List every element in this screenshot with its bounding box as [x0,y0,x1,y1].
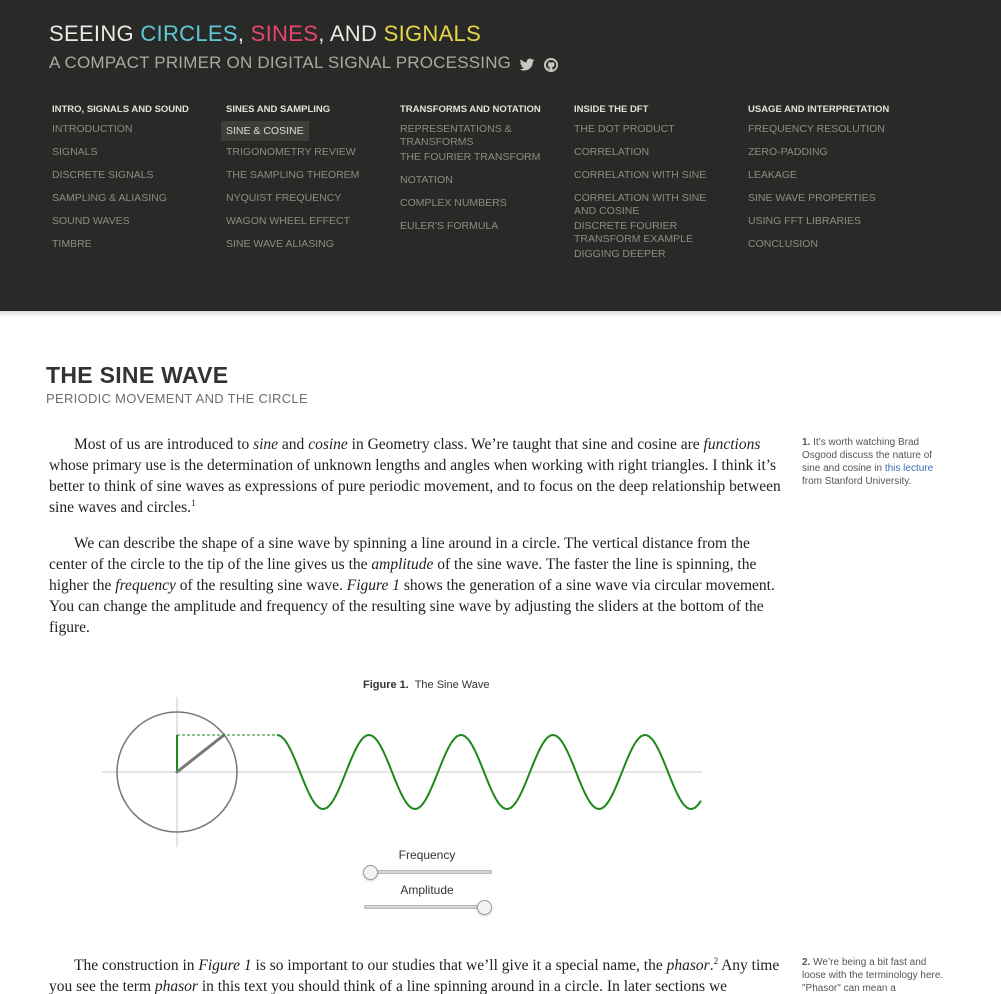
nav-heading[interactable]: INTRO, SIGNALS AND SOUND [49,104,217,121]
nav-item-sine-wave-properties[interactable]: SINE WAVE PROPERTIES [745,190,913,213]
nav-item-sine-wave-aliasing[interactable]: SINE WAVE ALIASING [223,236,391,259]
amplitude-label: Amplitude [400,883,454,897]
nav-item-sampling-aliasing[interactable]: SAMPLING & ALIASING [49,190,217,213]
text: is so important to our studies that we’l… [251,957,667,974]
figure-label: Figure 1. [363,679,409,691]
nav-section-transforms: TRANSFORMS AND NOTATION REPRESENTATIONS … [397,104,565,241]
nav-item-notation[interactable]: NOTATION [397,172,565,195]
text: and [278,436,309,453]
title-circles: CIRCLES [140,21,238,46]
nav-item-correlation-sine-cosine[interactable]: CORRELATION WITH SINE AND COSINE [571,190,721,218]
nav-item-frequency-resolution[interactable]: FREQUENCY RESOLUTION [745,121,913,144]
nav-item-signals[interactable]: SIGNALS [49,144,217,167]
nav-section-intro: INTRO, SIGNALS AND SOUND INTRODUCTION SI… [49,104,217,259]
figure-title: The Sine Wave [414,679,490,691]
nav-item-wagon-wheel-effect[interactable]: WAGON WHEEL EFFECT [223,213,391,236]
title-signals: SIGNALS [383,21,482,46]
text: Most of us are introduced to [74,436,254,453]
nav-item-sine-cosine[interactable]: SINE & COSINE [221,121,309,141]
nav-heading[interactable]: SINES AND SAMPLING [223,104,391,121]
nav-item-sound-waves[interactable]: SOUND WAVES [49,213,217,236]
text: of the resulting sine wave. [175,577,347,594]
emphasis-amplitude: amplitude [371,556,434,573]
title-sines: SINES [250,21,319,46]
amplitude-slider-track[interactable] [364,905,492,909]
nav-item-using-fft-libraries[interactable]: USING FFT LIBRARIES [745,213,913,236]
nav-item-dot-product[interactable]: THE DOT PRODUCT [571,121,739,144]
nav-item-correlation-with-sine[interactable]: CORRELATION WITH SINE [571,167,739,190]
paragraph-1: Most of us are introduced to sine and co… [49,434,789,518]
title-and: , AND [318,21,378,46]
nav-heading[interactable]: USAGE AND INTERPRETATION [745,104,913,121]
site-header: SEEING CIRCLES, SINES, AND SIGNALS A COM… [0,0,1001,317]
lecture-link[interactable]: this lecture [885,463,933,474]
page-subtitle: PERIODIC MOVEMENT AND THE CIRCLE [46,391,308,406]
github-icon[interactable] [543,57,559,73]
figure-caption: Figure 1. The Sine Wave [363,679,490,691]
sidenote-2: 2. We’re being a bit fast and loose with… [802,956,947,994]
site-subtitle: A COMPACT PRIMER ON DIGITAL SIGNAL PROCE… [49,53,512,72]
nav-item-trigonometry-review[interactable]: TRIGONOMETRY REVIEW [223,144,391,167]
frequency-slider-thumb[interactable] [363,865,378,880]
nav-item-zero-padding[interactable]: ZERO-PADDING [745,144,913,167]
text: whose primary use is the determination o… [49,457,781,516]
nav-item-conclusion[interactable]: CONCLUSION [745,236,913,259]
frequency-slider-track[interactable] [364,870,492,874]
nav-item-representations-transforms[interactable]: REPRESENTATIONS & TRANSFORMS [397,121,527,149]
twitter-icon[interactable] [519,57,535,73]
emphasis-sine: sine [253,436,279,453]
footnote-ref-1[interactable]: 1 [191,498,196,508]
nav-section-sines: SINES AND SAMPLING SINE & COSINE TRIGONO… [221,104,391,259]
amplitude-slider-thumb[interactable] [477,900,492,915]
title-seeing: SEEING [49,21,141,46]
page-title: THE SINE WAVE [46,362,229,388]
nav-item-sampling-theorem[interactable]: THE SAMPLING THEOREM [223,167,391,190]
nav-item-complex-numbers[interactable]: COMPLEX NUMBERS [397,195,565,218]
nav-item-digging-deeper[interactable]: DIGGING DEEPER [571,246,739,269]
paragraph-3: The construction in Figure 1 is so impor… [49,955,789,994]
emphasis-cosine: cosine [308,436,348,453]
nav-item-nyquist-frequency[interactable]: NYQUIST FREQUENCY [223,190,391,213]
nav-item-timbre[interactable]: TIMBRE [49,236,217,259]
nav-item-dft-example[interactable]: DISCRETE FOURIER TRANSFORM EXAMPLE [571,218,721,246]
nav-section-usage: USAGE AND INTERPRETATION FREQUENCY RESOL… [745,104,913,259]
text: The construction in [74,957,199,974]
sidenote-text: We’re being a bit fast and loose with th… [802,957,944,994]
nav-section-inside-dft: INSIDE THE DFT THE DOT PRODUCT CORRELATI… [571,104,739,269]
paragraph-2: We can describe the shape of a sine wave… [49,533,789,638]
nav-item-correlation[interactable]: CORRELATION [571,144,739,167]
sidenote-1: 1. It’s worth watching Brad Osgood discu… [802,436,947,488]
text: in Geometry class. We’re taught that sin… [347,436,704,453]
nav-item-introduction[interactable]: INTRODUCTION [49,121,217,144]
sine-wave-figure [102,697,702,847]
figure-reference[interactable]: Figure 1 [347,577,400,594]
nav-item-eulers-formula[interactable]: EULER'S FORMULA [397,218,565,241]
nav-heading[interactable]: INSIDE THE DFT [571,104,739,121]
nav-item-fourier-transform[interactable]: THE FOURIER TRANSFORM [397,149,565,172]
text: in this text you should think of a line … [197,978,728,994]
emphasis-frequency: frequency [115,577,176,594]
phasor-line [175,733,226,774]
figure-reference[interactable]: Figure 1 [198,957,251,974]
nav-heading[interactable]: TRANSFORMS AND NOTATION [397,104,565,121]
frequency-label: Frequency [398,848,456,862]
nav-item-discrete-signals[interactable]: DISCRETE SIGNALS [49,167,217,190]
nav-item-leakage[interactable]: LEAKAGE [745,167,913,190]
site-title[interactable]: SEEING CIRCLES, SINES, AND SIGNALS [49,21,481,47]
emphasis-phasor: phasor [154,978,198,994]
emphasis-functions: functions [703,436,761,453]
sidenote-text: from Stanford University. [802,476,912,487]
emphasis-phasor: phasor [666,957,710,974]
